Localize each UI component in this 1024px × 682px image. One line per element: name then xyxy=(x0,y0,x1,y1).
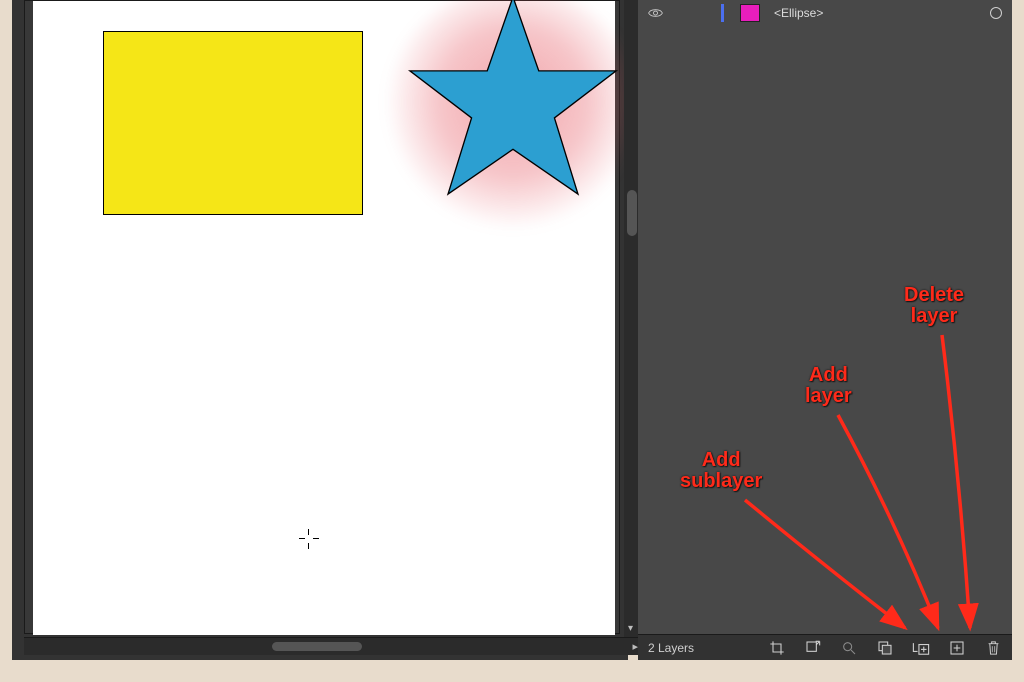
add-sublayer-button[interactable] xyxy=(912,639,930,657)
star-shape[interactable] xyxy=(401,0,625,212)
layers-panel-footer: 2 Layers xyxy=(638,634,1012,660)
eye-icon[interactable] xyxy=(648,7,663,19)
target-icon[interactable] xyxy=(990,7,1002,19)
add-layer-button[interactable] xyxy=(948,639,966,657)
rectangle-shape[interactable] xyxy=(103,31,363,215)
app-frame: ▾ ▸ <Ellipse> 2 Layers xyxy=(0,0,1024,682)
workspace-area: ▾ ▸ xyxy=(12,0,628,660)
crop-icon[interactable] xyxy=(768,639,786,657)
star-shape-group[interactable] xyxy=(383,0,643,245)
horizontal-scroll-thumb[interactable] xyxy=(272,642,362,651)
canvas-background xyxy=(24,0,620,634)
horizontal-scrollbar[interactable]: ▸ xyxy=(24,637,644,655)
layer-indent-indicator xyxy=(721,4,724,22)
search-icon[interactable] xyxy=(840,639,858,657)
export-icon[interactable] xyxy=(804,639,822,657)
layer-thumbnail[interactable] xyxy=(740,4,760,22)
vertical-scroll-thumb[interactable] xyxy=(627,190,637,236)
layer-row[interactable]: <Ellipse> xyxy=(638,0,1012,26)
scroll-down-icon[interactable]: ▾ xyxy=(628,623,633,634)
artboard[interactable] xyxy=(33,1,615,635)
layer-count-label: 2 Layers xyxy=(648,641,694,655)
clipping-mask-icon[interactable] xyxy=(876,639,894,657)
crosshair-cursor xyxy=(299,529,319,549)
delete-layer-button[interactable] xyxy=(984,639,1002,657)
layers-panel: <Ellipse> 2 Layers xyxy=(638,0,1012,660)
layer-name-label[interactable]: <Ellipse> xyxy=(774,6,823,20)
